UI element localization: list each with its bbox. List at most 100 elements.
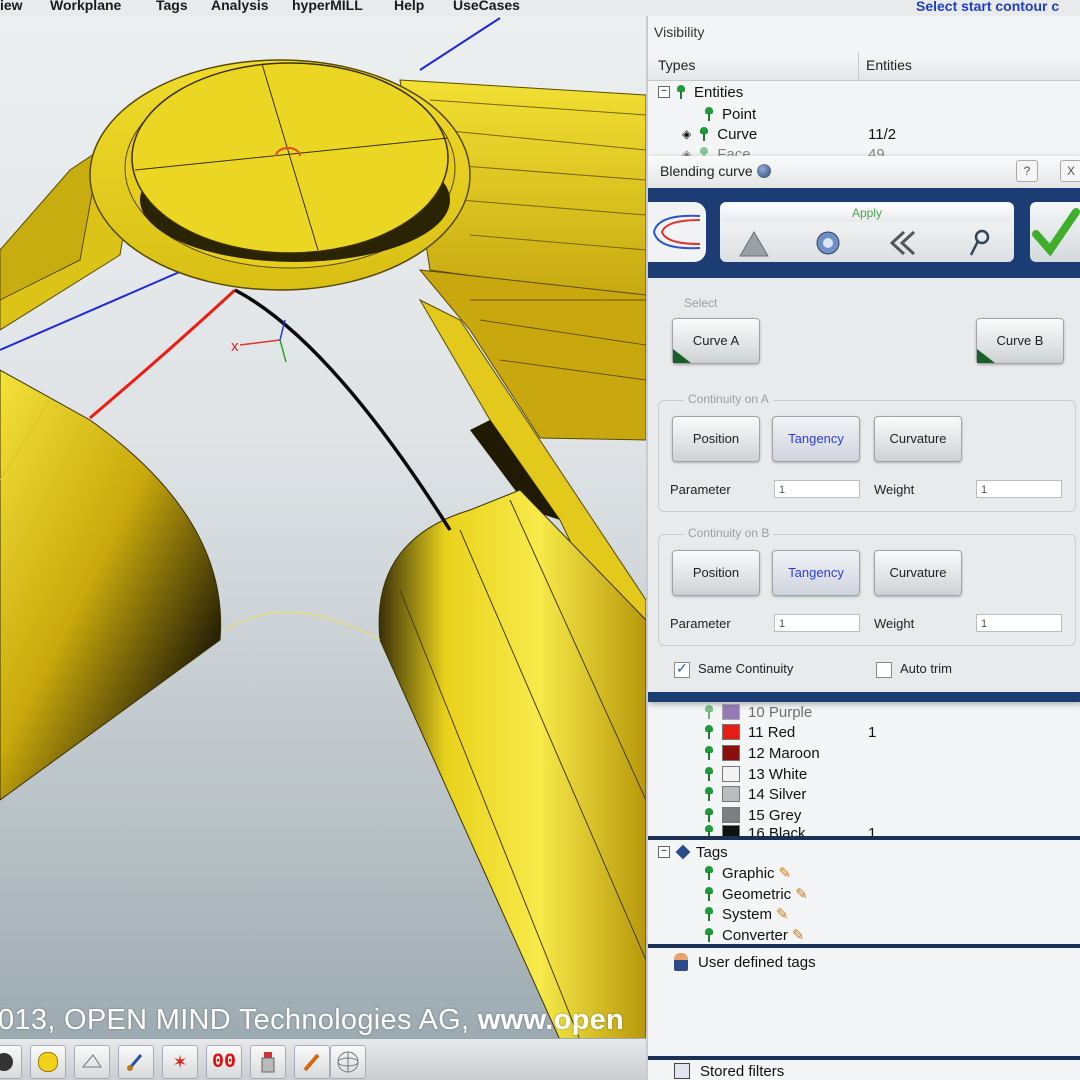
help-button[interactable]: ? <box>1016 160 1038 182</box>
pin-icon[interactable] <box>704 107 714 121</box>
continuity-a-label: Continuity on A <box>684 392 773 406</box>
apply-button[interactable]: Apply <box>722 204 1012 222</box>
weight-a-input[interactable]: 1 <box>976 480 1062 498</box>
menu-usecases[interactable]: UseCases <box>453 0 520 13</box>
tag-item-graphic[interactable]: Graphic ✎ <box>704 863 791 883</box>
curvature-a-button[interactable]: Curvature <box>874 416 962 462</box>
panel-title: Visibility <box>654 24 705 40</box>
pin-icon[interactable] <box>704 725 714 739</box>
tree-node-user-defined-tags[interactable]: User defined tags <box>674 952 816 972</box>
pin-icon[interactable] <box>699 127 709 141</box>
pin-icon[interactable] <box>704 808 714 822</box>
menu-hypermill[interactable]: hyperMILL <box>292 0 363 13</box>
globe-icon <box>756 164 771 178</box>
color-row[interactable]: 14 Silver <box>704 784 1074 804</box>
tree-node-tags[interactable]: − Tags <box>658 842 728 862</box>
settings-icon[interactable] <box>812 228 844 258</box>
pencil-icon[interactable]: ✎ <box>795 885 808 903</box>
collapse-icon[interactable]: − <box>658 846 670 858</box>
pin-icon[interactable] <box>704 825 714 836</box>
pencil-icon[interactable]: ✎ <box>776 905 789 923</box>
color-swatch <box>722 786 740 802</box>
weight-b-input[interactable]: 1 <box>976 614 1062 632</box>
select-group-label: Select <box>684 296 718 310</box>
pin-icon[interactable] <box>704 887 714 901</box>
pin-icon[interactable] <box>704 866 714 880</box>
menu-analysis[interactable]: Analysis <box>211 0 269 13</box>
pencil-icon[interactable]: ✎ <box>779 864 792 882</box>
shading-icon[interactable] <box>0 1045 22 1079</box>
pin-tool-icon[interactable] <box>962 228 994 258</box>
tree-label: Stored filters <box>700 1062 785 1080</box>
curve-b-button[interactable]: Curve B <box>976 318 1064 364</box>
tag-item-converter[interactable]: Converter ✎ <box>704 925 804 945</box>
color-row[interactable]: 13 White <box>704 764 1074 784</box>
curvature-b-button[interactable]: Curvature <box>874 550 962 596</box>
color-label: 13 White <box>748 765 808 783</box>
color-row[interactable]: 15 Grey <box>704 805 1074 825</box>
color-row[interactable]: 11 Red 1 <box>704 722 1074 742</box>
pin-icon[interactable] <box>704 928 714 942</box>
pencil-icon[interactable]: ✎ <box>792 926 805 944</box>
tree-node-entities[interactable]: − Entities <box>658 82 743 102</box>
pencil-icon[interactable] <box>294 1045 330 1079</box>
pin-icon[interactable] <box>704 767 714 781</box>
continuity-b-label: Continuity on B <box>684 526 774 540</box>
grid-plane-icon[interactable] <box>74 1045 110 1079</box>
tag-item-system[interactable]: System ✎ <box>704 904 789 924</box>
ok-button[interactable] <box>1030 202 1080 262</box>
tag-item-geometric[interactable]: Geometric ✎ <box>704 884 808 904</box>
auto-trim-label: Auto trim <box>900 661 953 676</box>
view-toolbar: ✶ 00 <box>0 1038 646 1080</box>
light-icon[interactable] <box>30 1045 66 1079</box>
position-a-button[interactable]: Position <box>672 416 760 462</box>
parameter-a-input[interactable]: 1 <box>774 480 860 498</box>
entity-count: 1 <box>868 723 877 741</box>
button-label: Curve A <box>692 333 740 348</box>
color-row[interactable]: 16 Black 1 <box>704 825 1074 836</box>
menu-view[interactable]: iew <box>0 0 23 13</box>
column-entities[interactable]: Entities <box>866 57 912 73</box>
filter-icon <box>674 1063 690 1079</box>
warning-icon[interactable] <box>738 228 770 258</box>
same-continuity-label: Same Continuity <box>698 661 794 676</box>
collapse-icon[interactable]: − <box>658 86 670 98</box>
dialog-title: Blending curve <box>660 163 771 179</box>
weight-a-label: Weight <box>874 482 915 497</box>
color-row[interactable]: 10 Purple <box>704 702 1074 722</box>
tree-label: Tags <box>696 843 728 861</box>
tangency-b-button[interactable]: Tangency <box>772 550 860 596</box>
curve-a-button[interactable]: Curve A <box>672 318 760 364</box>
sphere-icon[interactable] <box>330 1045 366 1079</box>
tangency-a-button[interactable]: Tangency <box>772 416 860 462</box>
tree-node-stored-filters[interactable]: Stored filters <box>674 1061 784 1080</box>
star-icon[interactable]: ✶ <box>162 1045 198 1079</box>
column-types[interactable]: Types <box>658 57 695 73</box>
tag-label: Converter <box>722 926 788 944</box>
dialog-titlebar[interactable]: Blending curve ? X <box>648 156 1080 189</box>
color-row[interactable]: 12 Maroon <box>704 743 1074 763</box>
back-icon[interactable] <box>886 228 918 258</box>
pin-icon[interactable] <box>704 705 714 719</box>
menu-help[interactable]: Help <box>394 0 424 13</box>
bottle-icon[interactable] <box>250 1045 286 1079</box>
menu-workplane[interactable]: Workplane <box>50 0 121 13</box>
brush-icon[interactable] <box>118 1045 154 1079</box>
counter-icon[interactable]: 00 <box>206 1045 242 1079</box>
menu-tags[interactable]: Tags <box>156 0 188 13</box>
pin-icon[interactable] <box>704 907 714 921</box>
graphics-viewport[interactable]: x 013, OPEN MIND Technologies AG, www.op… <box>0 16 646 1080</box>
tree-node-curve[interactable]: ◈ Curve 11/2 <box>682 124 1080 144</box>
pin-icon[interactable] <box>676 85 686 99</box>
position-b-button[interactable]: Position <box>672 550 760 596</box>
close-button[interactable]: X <box>1060 160 1080 182</box>
pin-icon[interactable] <box>704 787 714 801</box>
pin-icon[interactable] <box>704 746 714 760</box>
auto-trim-checkbox[interactable] <box>876 662 892 678</box>
tree-node-point[interactable]: Point <box>704 104 756 124</box>
parameter-b-input[interactable]: 1 <box>774 614 860 632</box>
tree-label: Entities <box>694 83 744 101</box>
color-label: 11 Red <box>748 723 796 741</box>
cad-model-scene: x <box>0 17 646 1041</box>
same-continuity-checkbox[interactable] <box>674 660 690 678</box>
